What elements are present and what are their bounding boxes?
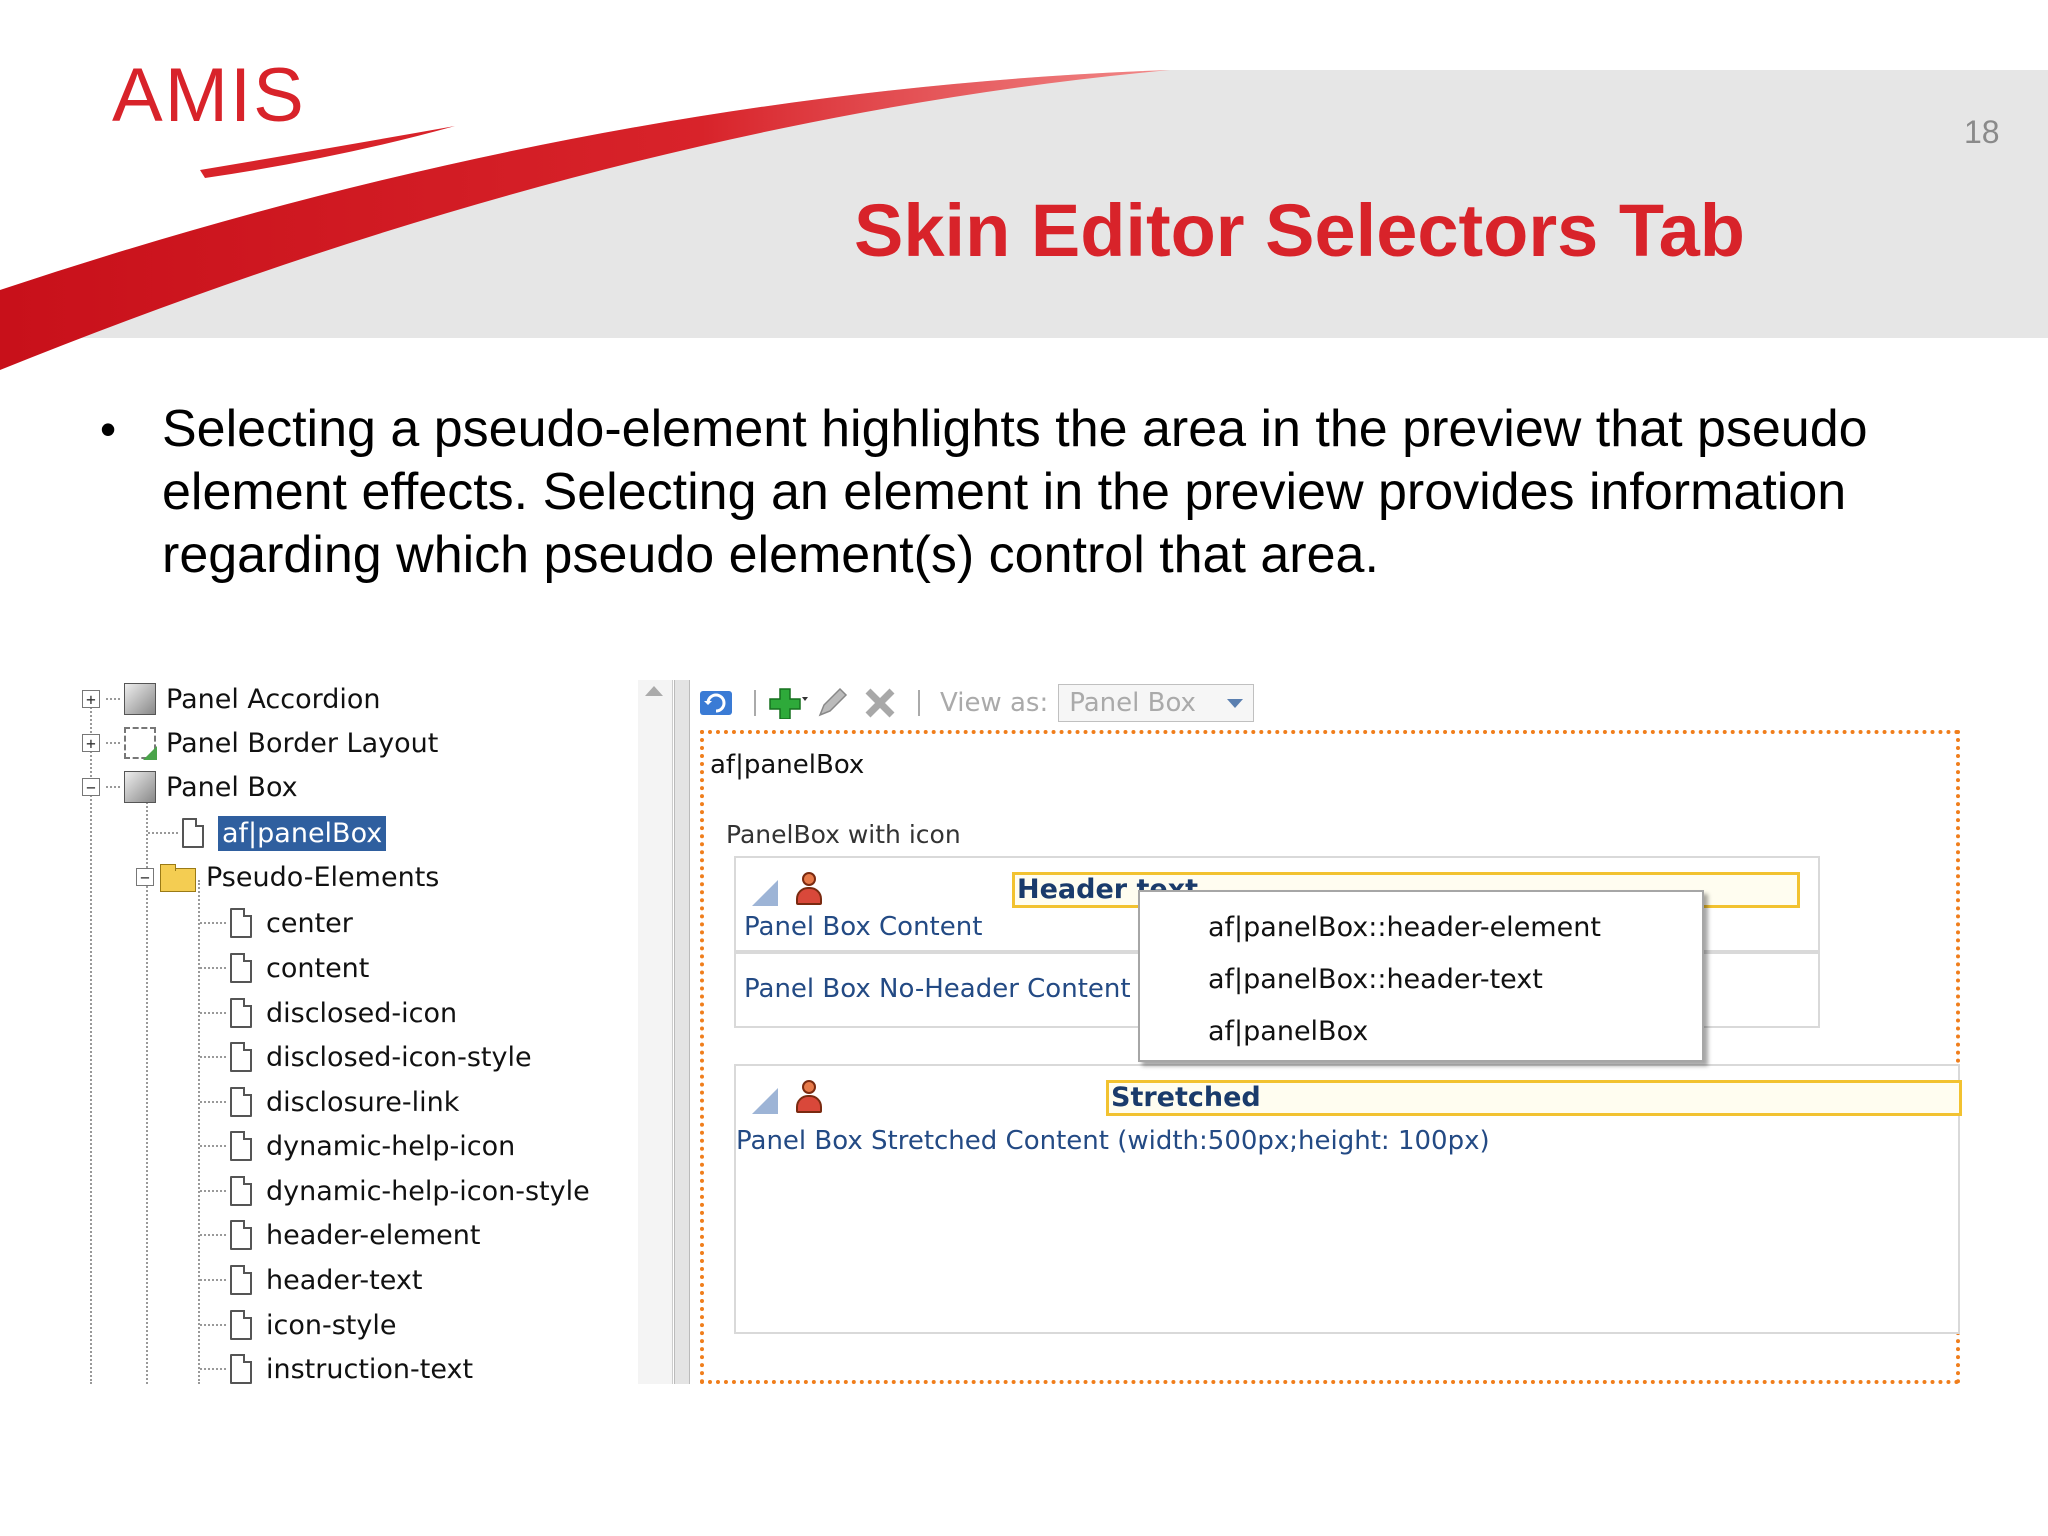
bullet-text: Selecting a pseudo-element highlights th… (162, 400, 1868, 584)
tree-item-label-selected: af|panelBox (218, 815, 387, 851)
tree-item-label: header-element (266, 1219, 481, 1251)
document-icon (230, 1131, 252, 1161)
document-icon (230, 953, 252, 983)
popup-item-header-element[interactable]: af|panelBox::header-element (1208, 912, 1601, 943)
tree-item-pseudo-element[interactable]: center (200, 904, 353, 942)
tree-item-label: disclosed-icon (266, 997, 458, 1029)
tree-item-pseudo-element[interactable]: content (200, 949, 369, 987)
tree-item-label: instruction-text (266, 1353, 474, 1385)
tree-item-pseudo-elements[interactable]: − Pseudo-Elements (136, 858, 439, 896)
delete-icon[interactable] (860, 685, 900, 721)
add-icon[interactable] (768, 685, 808, 721)
document-icon (230, 1310, 252, 1340)
view-as-select[interactable]: Panel Box (1058, 684, 1255, 722)
tree-item-label: Pseudo-Elements (206, 861, 440, 893)
toolbar-separator (918, 690, 920, 716)
component-icon (124, 771, 156, 803)
tree-item-pseudo-element[interactable]: instruction-text (200, 1350, 473, 1388)
amis-logo: AMIS (112, 58, 306, 134)
person-icon (794, 872, 824, 908)
splitter-handle[interactable] (674, 680, 690, 1384)
view-as-value: Panel Box (1069, 688, 1196, 718)
tree-item-label: icon-style (266, 1309, 397, 1341)
toolbar-separator (754, 690, 756, 716)
tree-item-af-panelbox[interactable]: af|panelBox (148, 814, 387, 852)
panel-box-content: Panel Box Stretched Content (width:500px… (736, 1126, 1490, 1156)
panel-box-content: Panel Box Content (744, 912, 983, 942)
edit-icon[interactable] (814, 685, 854, 721)
folder-open-icon (160, 864, 200, 892)
tree-item-label: disclosed-icon-style (266, 1041, 532, 1073)
tree-item-panel-box[interactable]: − Panel Box (82, 768, 298, 806)
tree-item-label: header-text (266, 1264, 423, 1296)
tree-item-panel-accordion[interactable]: + Panel Accordion (82, 680, 381, 718)
collapse-icon[interactable]: − (136, 868, 154, 886)
tree-item-label: disclosure-link (266, 1086, 460, 1118)
logo-text: AMIS (112, 53, 306, 138)
document-icon (230, 1265, 252, 1295)
tree-item-pseudo-element[interactable]: icon-style (200, 1306, 396, 1344)
tree-item-label: Panel Box (166, 771, 298, 803)
expand-icon[interactable]: + (82, 734, 100, 752)
slide-title: Skin Editor Selectors Tab (854, 189, 1745, 272)
panel-box-content: Panel Box No-Header Content (744, 974, 1131, 1004)
tree-item-label: dynamic-help-icon-style (266, 1175, 590, 1207)
chevron-down-icon (1227, 698, 1244, 708)
stretched-header-field[interactable]: Stretched (1106, 1080, 1962, 1116)
view-as-label: View as: (940, 688, 1049, 718)
popup-item-header-text[interactable]: af|panelBox::header-text (1208, 964, 1543, 995)
preview-toolbar: View as: Panel Box (696, 680, 1966, 726)
document-icon (230, 1176, 252, 1206)
document-icon (230, 1042, 252, 1072)
disclosure-triangle-icon[interactable] (752, 880, 778, 906)
tree-item-label: content (266, 952, 370, 984)
document-icon (230, 908, 252, 938)
selector-tree: + Panel Accordion + Panel Border Layout … (70, 672, 640, 1385)
document-icon (230, 1354, 252, 1384)
document-icon (230, 1087, 252, 1117)
document-icon (182, 818, 204, 848)
popup-item-panelbox[interactable]: af|panelBox (1208, 1016, 1368, 1047)
tree-item-label: dynamic-help-icon (266, 1130, 516, 1162)
tree-item-pseudo-element[interactable]: header-text (200, 1261, 422, 1299)
scroll-up-icon[interactable] (645, 686, 663, 696)
tree-item-label: Panel Border Layout (166, 727, 439, 759)
component-icon (124, 683, 156, 715)
refresh-icon[interactable] (696, 685, 736, 721)
tree-item-label: center (266, 907, 353, 939)
disclosure-triangle-icon[interactable] (752, 1088, 778, 1114)
tree-item-pseudo-element[interactable]: disclosure-link (200, 1083, 459, 1121)
tree-item-pseudo-element[interactable]: dynamic-help-icon-style (200, 1172, 590, 1210)
document-icon (230, 1220, 252, 1250)
document-icon (230, 998, 252, 1028)
bullet-marker: • (100, 403, 117, 455)
tree-scrollbar[interactable] (638, 680, 673, 1384)
collapse-icon[interactable]: − (82, 778, 100, 796)
layout-component-icon (124, 727, 157, 760)
tree-item-label: Panel Accordion (166, 683, 381, 715)
person-icon (794, 1080, 824, 1116)
preview-subtitle: PanelBox with icon (726, 820, 961, 849)
tree-item-pseudo-element[interactable]: disclosed-icon-style (200, 1038, 532, 1076)
page-number: 18 (1964, 114, 2000, 150)
tree-item-pseudo-element[interactable]: dynamic-help-icon (200, 1127, 515, 1165)
tree-item-pseudo-element[interactable]: disclosed-icon (200, 994, 457, 1032)
preview-frame-label: af|panelBox (710, 750, 865, 780)
pseudo-element-popup: af|panelBox::header-element af|panelBox:… (1138, 890, 1704, 1062)
expand-icon[interactable]: + (82, 690, 100, 708)
tree-item-pseudo-element[interactable]: header-element (200, 1216, 480, 1254)
panel-box-stretched[interactable]: Stretched Panel Box Stretched Content (w… (734, 1064, 1962, 1334)
tree-item-panel-border-layout[interactable]: + Panel Border Layout (82, 724, 438, 762)
